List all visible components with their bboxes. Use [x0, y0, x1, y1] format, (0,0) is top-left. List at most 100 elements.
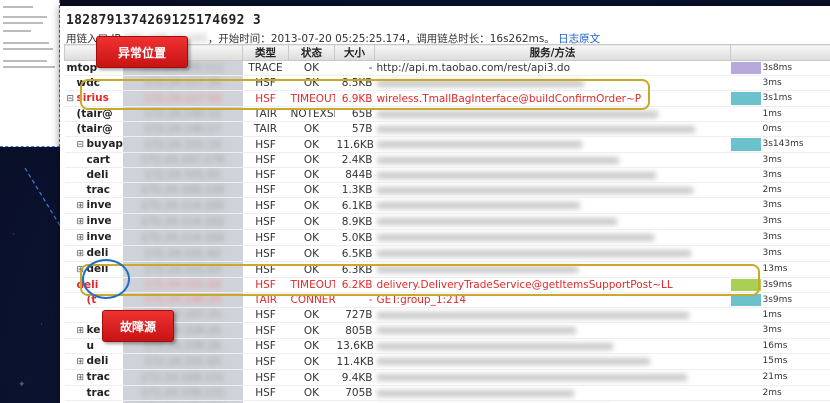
- row-size: 6.3KB: [334, 261, 375, 278]
- row-name[interactable]: cart: [64, 152, 123, 168]
- table-row[interactable]: ⊞ trac 172.24.108.131 HSF OK 9.4KB 21ms: [64, 369, 830, 386]
- row-name[interactable]: (tair@: [64, 106, 123, 122]
- row-service[interactable]: [374, 338, 731, 354]
- table-row[interactable]: wdc 172.24.117.20 HSF OK 8.5KB 3ms: [64, 75, 830, 91]
- table-row[interactable]: ⊞ deli 172.24.101.63 HSF OK 6.3KB 13ms: [64, 261, 830, 278]
- row-name[interactable]: ⊟ sirius: [64, 90, 123, 107]
- table-row[interactable]: (tair@ 172.24.140.12 TAIR NOTEXSI 65B 1ms: [64, 106, 830, 122]
- row-name-label: inve: [86, 231, 112, 243]
- collapse-icon[interactable]: ⊟: [67, 92, 77, 106]
- table-row[interactable]: ⊞ inve 172.24.114.102 HSF OK 8.9KB 3ms: [64, 213, 830, 230]
- row-name[interactable]: (tair@: [64, 121, 123, 137]
- col-service-header[interactable]: 服务/方法: [374, 44, 731, 61]
- row-duration: 21ms: [762, 372, 788, 382]
- row-status: OK: [288, 75, 335, 91]
- row-duration: 3ms: [762, 325, 782, 335]
- row-service[interactable]: [374, 136, 731, 153]
- row-name[interactable]: ⊞ inve: [64, 213, 123, 230]
- row-service[interactable]: [374, 167, 731, 183]
- col-status-header[interactable]: 状态: [288, 44, 335, 61]
- expand-icon[interactable]: ⊞: [77, 231, 87, 245]
- expand-icon[interactable]: ⊞: [77, 247, 87, 261]
- row-timeline: 3ms: [730, 322, 830, 339]
- row-service[interactable]: [374, 197, 731, 214]
- row-name[interactable]: ⊞ inve: [64, 229, 123, 246]
- row-name[interactable]: deli: [64, 167, 123, 183]
- row-service[interactable]: [374, 245, 731, 262]
- row-name[interactable]: ⊞ deli: [64, 245, 123, 262]
- table-row[interactable]: (tair@ 172.24.140.17 TAIR OK 57B 0ms: [64, 121, 830, 137]
- row-type: HSF: [242, 338, 289, 354]
- row-timeline: 3s143ms: [730, 136, 830, 153]
- col-timeline-header: [730, 44, 830, 61]
- table-row[interactable]: ⊞ ke 172.24.109.25 HSF OK 805B 3ms: [64, 322, 830, 339]
- row-service[interactable]: [374, 152, 731, 168]
- table-row[interactable]: u 172.24.109.26 HSF OK 13.6KB 16ms: [64, 338, 830, 354]
- row-name[interactable]: ⊟ buyap: [64, 136, 123, 153]
- expand-icon[interactable]: ⊞: [77, 324, 87, 338]
- row-name[interactable]: (t: [64, 292, 123, 308]
- row-service[interactable]: wireless.TmallBagInterface@buildConfirmO…: [374, 90, 731, 107]
- row-name[interactable]: trac: [64, 385, 123, 401]
- expand-icon[interactable]: ⊞: [77, 355, 87, 369]
- row-service[interactable]: [374, 229, 731, 246]
- table-row[interactable]: deli 172.24.101.61 HSF OK 844B 3ms: [64, 167, 830, 183]
- row-service[interactable]: http://api.m.taobao.com/rest/api3.do: [374, 60, 731, 76]
- row-status: OK: [288, 261, 335, 278]
- row-ip-value: 172.24.140.17: [144, 123, 221, 135]
- row-name[interactable]: ⊞ deli: [64, 261, 123, 278]
- row-service[interactable]: [374, 369, 731, 386]
- row-service[interactable]: [374, 182, 731, 198]
- row-name[interactable]: wdc: [64, 75, 123, 91]
- row-service[interactable]: [374, 106, 731, 122]
- row-name[interactable]: trac: [64, 182, 123, 198]
- col-size-header[interactable]: 大小: [334, 44, 375, 61]
- row-service[interactable]: [374, 261, 731, 278]
- expand-icon[interactable]: ⊞: [77, 215, 87, 229]
- table-row[interactable]: cart 172.24.107.178 HSF OK 2.4KB 3ms: [64, 152, 830, 168]
- table-row[interactable]: ⊞ inve 172.24.114.104 HSF OK 5.0KB 3ms: [64, 229, 830, 246]
- row-service[interactable]: [374, 307, 731, 323]
- row-type: HSF: [242, 213, 289, 230]
- row-service[interactable]: [374, 121, 731, 137]
- timeline-bar: [730, 92, 761, 105]
- row-duration: 3s9ms: [762, 280, 793, 290]
- table-row[interactable]: (t 172.24.140.20 TAIRCONNERR-GET:group_1:2…: [64, 292, 830, 308]
- row-status: OK: [288, 353, 335, 370]
- collapse-icon[interactable]: ⊟: [77, 138, 87, 152]
- row-service[interactable]: [374, 385, 731, 401]
- row-name[interactable]: ⊞ deli: [64, 353, 123, 370]
- table-row[interactable]: 172.24.107.33 HSF OK 727B 1ms: [64, 307, 830, 323]
- table-row[interactable]: trac 172.24.108.130 HSF OK 1.3KB 2ms: [64, 182, 830, 198]
- row-ip: 172.24.140.20: [122, 292, 243, 308]
- row-name[interactable]: deli: [64, 277, 123, 293]
- table-row[interactable]: ⊞ inve 172.24.114.100 HSF OK 6.1KB 3ms: [64, 197, 830, 214]
- row-service[interactable]: [374, 75, 731, 91]
- row-size: 8.5KB: [334, 75, 375, 91]
- row-service[interactable]: GET:group_1:214: [374, 292, 731, 308]
- row-ip: 172.24.108.130: [122, 182, 243, 198]
- expand-icon[interactable]: ⊞: [77, 199, 87, 213]
- row-type: HSF: [242, 245, 289, 262]
- row-type: HSF: [242, 136, 289, 153]
- expand-icon[interactable]: ⊞: [77, 371, 87, 385]
- table-row[interactable]: ⊞ deli 172.24.101.65 HSF OK 11.4KB 15ms: [64, 353, 830, 370]
- table-row[interactable]: deli 172.24.101.64 HSF TIMEOUT 6.2KB delivery…: [64, 277, 830, 293]
- row-timeline: 13ms: [730, 261, 830, 278]
- row-service[interactable]: delivery.DeliveryTradeService@getItemsSu…: [374, 277, 731, 293]
- expand-icon[interactable]: ⊞: [77, 263, 87, 277]
- row-service[interactable]: [374, 353, 731, 370]
- row-service[interactable]: [374, 322, 731, 339]
- row-name[interactable]: ⊞ trac: [64, 369, 123, 386]
- row-type: TAIR: [242, 121, 289, 137]
- row-size: 13.6KB: [334, 338, 375, 354]
- row-ip-value: 172.24.140.20: [144, 294, 221, 306]
- table-row[interactable]: ⊟ buyap 172.24.101.10 HSF OK 11.6KB 3s143ms: [64, 136, 830, 153]
- table-row[interactable]: trac 172.24.108.132 HSF OK 705B 2ms: [64, 385, 830, 401]
- row-service[interactable]: [374, 213, 731, 230]
- table-row[interactable]: ⊟ sirius 172.24.117.50 HSF TIMEOUT 6.9KB wirel…: [64, 90, 830, 107]
- col-type-header[interactable]: 类型: [242, 44, 289, 61]
- row-name[interactable]: ⊞ inve: [64, 197, 123, 214]
- row-ip-value: 172.24.117.50: [144, 92, 221, 105]
- table-row[interactable]: ⊞ deli 172.24.101.62 HSF OK 6.5KB 3ms: [64, 245, 830, 262]
